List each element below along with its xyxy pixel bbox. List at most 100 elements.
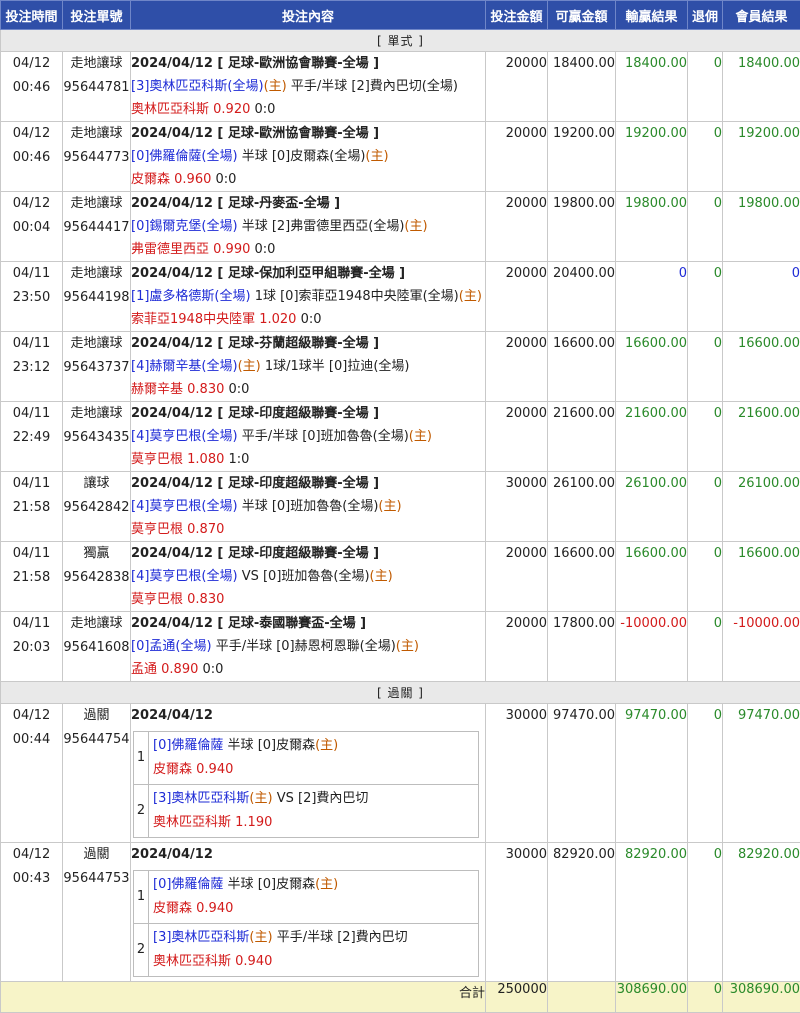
- ticket-number: 95641608: [63, 640, 129, 655]
- bet-time-cell: 04/1120:03: [1, 612, 63, 682]
- home-team: [0]佛羅倫薩: [153, 738, 223, 753]
- away-team: [0]赫恩柯恩聯(全場): [276, 639, 396, 654]
- event-title: 2024/04/12 [ 足球-印度超級聯賽-全場 ]: [131, 546, 379, 561]
- result-amount: 19200.00: [616, 122, 688, 192]
- bet-content-cell: 2024/04/12 [ 足球-歐洲協會聯賽-全場 ] [3]奧林匹亞科斯(全場)…: [131, 52, 486, 122]
- bet-row: 04/1123:50走地讓球956441982024/04/12 [ 足球-保加…: [1, 262, 800, 332]
- handicap: 平手/半球: [287, 79, 352, 94]
- win-amount: 16600.00: [548, 332, 616, 402]
- header-result: 輸贏結果: [616, 1, 688, 30]
- home-team: [3]奧林匹亞科斯(全場): [131, 79, 264, 94]
- bet-ticket-cell: 獨贏95642838: [63, 542, 131, 612]
- parlay-leg: 1[0]佛羅倫薩 半球 [0]皮爾森(主)皮爾森 0.940: [134, 732, 479, 785]
- member-result: 18400.00: [723, 52, 800, 122]
- bet-ticket-cell: 走地讓球95644773: [63, 122, 131, 192]
- pick-team: 索菲亞1948中央陸軍: [131, 312, 255, 327]
- handicap: 平手/半球: [273, 930, 338, 945]
- bet-time-cell: 04/1200:04: [1, 192, 63, 262]
- total-win: [548, 982, 616, 1013]
- bet-type: 走地讓球: [70, 616, 122, 631]
- bet-date: 04/11: [13, 336, 50, 351]
- handicap: 半球: [238, 149, 272, 164]
- rebate-amount: 0: [688, 542, 723, 612]
- bet-content-cell: 2024/04/12 [ 足球-印度超級聯賽-全場 ][4]莫亨巴根(全場) V…: [131, 542, 486, 612]
- bet-time: 00:44: [13, 732, 50, 747]
- handicap: 1球: [251, 289, 281, 304]
- rebate-amount: 0: [688, 402, 723, 472]
- away-team: [0]班加魯魯(全場): [263, 569, 370, 584]
- away-team: [2]費內巴切(全場): [351, 79, 458, 94]
- bet-date: 04/11: [13, 476, 50, 491]
- win-amount: 19200.00: [548, 122, 616, 192]
- section-parlay-row: [ 過關 ]: [1, 682, 800, 704]
- win-amount: 18400.00: [548, 52, 616, 122]
- pick-team: 莫亨巴根: [131, 452, 183, 467]
- ticket-number: 95643737: [63, 360, 129, 375]
- win-amount: 26100.00: [548, 472, 616, 542]
- away-team: [2]弗雷德里西亞(全場): [272, 219, 405, 234]
- bet-ticket-cell: 過關95644754: [63, 704, 131, 843]
- stake-amount: 20000: [486, 122, 548, 192]
- ticket-number: 95644753: [63, 871, 129, 886]
- rebate-amount: 0: [688, 704, 723, 843]
- event-title: 2024/04/12 [ 足球-歐洲協會聯賽-全場 ]: [131, 126, 379, 141]
- bet-history-table: 投注時間 投注單號 投注內容 投注金額 可贏金額 輸贏結果 退佣 會員結果 [ …: [0, 0, 800, 1013]
- parlay-legs-table: 1[0]佛羅倫薩 半球 [0]皮爾森(主)皮爾森 0.9402[3]奧林匹亞科斯…: [133, 870, 479, 977]
- bet-type: 過關: [83, 847, 109, 862]
- home-team: [0]錫爾克堡(全場): [131, 219, 238, 234]
- rebate-amount: 0: [688, 192, 723, 262]
- leg-number: 2: [134, 924, 149, 977]
- home-team: [4]莫亨巴根(全場): [131, 569, 238, 584]
- home-team: [4]莫亨巴根(全場): [131, 499, 238, 514]
- bet-time-cell: 04/1121:58: [1, 472, 63, 542]
- header-member: 會員結果: [723, 1, 800, 30]
- win-amount: 21600.00: [548, 402, 616, 472]
- bet-content-cell: 2024/04/12 [ 足球-歐洲協會聯賽-全場 ] [0]佛羅倫薩(全場) 半…: [131, 122, 486, 192]
- bet-content-cell: 2024/04/12 [ 足球-印度超級聯賽-全場 ][4]莫亨巴根(全場) 平…: [131, 402, 486, 472]
- stake-amount: 30000: [486, 704, 548, 843]
- pick-team: 弗雷德里西亞: [131, 242, 209, 257]
- parlay-row: 04/1200:44過關956447542024/04/121[0]佛羅倫薩 半…: [1, 704, 800, 843]
- home-team: [0]佛羅倫薩(全場): [131, 149, 238, 164]
- stake-amount: 20000: [486, 52, 548, 122]
- result-amount: 82920.00: [616, 843, 688, 982]
- bet-type: 走地讓球: [70, 266, 122, 281]
- rebate-amount: 0: [688, 122, 723, 192]
- away-home-tag: (主): [315, 738, 338, 753]
- ticket-number: 95644198: [63, 290, 129, 305]
- member-result: -10000.00: [723, 612, 800, 682]
- away-home-tag: (主): [459, 289, 482, 304]
- bet-type: 走地讓球: [70, 336, 122, 351]
- pick-team: 皮爾森: [153, 762, 192, 777]
- away-home-tag: (主): [404, 219, 427, 234]
- live-score: 0:0: [203, 662, 224, 677]
- home-tag: (主): [249, 791, 272, 806]
- rebate-amount: 0: [688, 843, 723, 982]
- member-result: 16600.00: [723, 332, 800, 402]
- event-title: 2024/04/12 [ 足球-丹麥盃-全場 ]: [131, 196, 340, 211]
- member-result: 19200.00: [723, 122, 800, 192]
- event-title: 2024/04/12 [ 足球-歐洲協會聯賽-全場 ]: [131, 56, 379, 71]
- totals-label: 合計: [1, 982, 486, 1013]
- pick-odds: 0.940: [196, 901, 233, 916]
- away-team: [0]拉迪(全場): [329, 359, 410, 374]
- win-amount: 97470.00: [548, 704, 616, 843]
- home-team: [3]奧林匹亞科斯: [153, 930, 249, 945]
- away-team: [0]班加魯魯(全場): [272, 499, 379, 514]
- ticket-number: 95644417: [63, 220, 129, 235]
- stake-amount: 30000: [486, 843, 548, 982]
- away-team: [0]皮爾森: [258, 738, 315, 753]
- pick-team: 莫亨巴根: [131, 592, 183, 607]
- bet-time: 21:58: [13, 570, 50, 585]
- leg-body: [0]佛羅倫薩 半球 [0]皮爾森(主)皮爾森 0.940: [149, 732, 479, 785]
- total-stake: 250000: [486, 982, 548, 1013]
- pick-odds: 1.080: [187, 452, 224, 467]
- header-row: 投注時間 投注單號 投注內容 投注金額 可贏金額 輸贏結果 退佣 會員結果: [1, 1, 800, 30]
- away-team: [0]索菲亞1948中央陸軍(全場): [280, 289, 459, 304]
- home-team: [1]盧多格德斯(全場): [131, 289, 251, 304]
- stake-amount: 20000: [486, 402, 548, 472]
- handicap: 平手/半球: [212, 639, 277, 654]
- bet-date: 04/12: [13, 847, 50, 862]
- handicap: 半球: [238, 499, 272, 514]
- bet-row: 04/1200:46走地讓球956447812024/04/12 [ 足球-歐洲…: [1, 52, 800, 122]
